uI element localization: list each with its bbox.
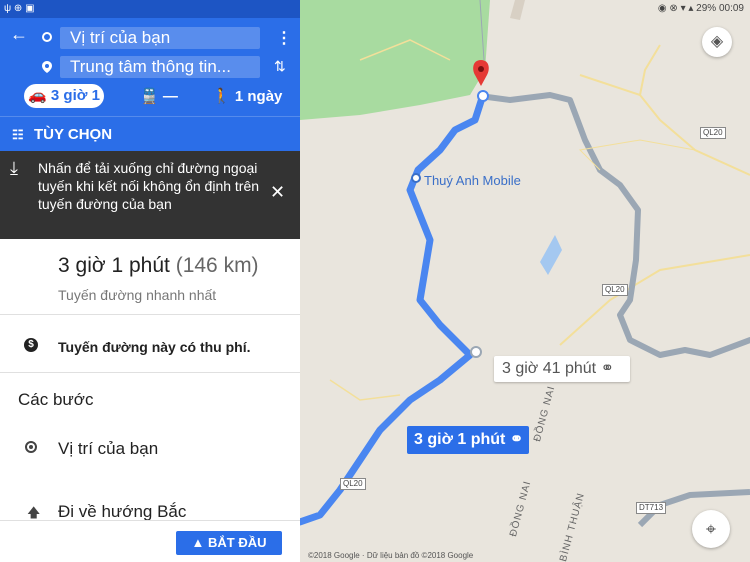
route-duration: 3 giờ 1 phút <box>58 254 170 277</box>
start-navigation-button[interactable]: ▲ BẮT ĐẦU <box>176 531 282 555</box>
directions-panel: ψ ⊕ ▣ ← Vị trí của bạn Trung tâm thông t… <box>0 0 300 562</box>
alternate-route-label[interactable]: 3 giờ 41 phút ⚭ <box>494 356 630 382</box>
mode-walk-label: 1 ngày <box>234 88 283 105</box>
start-label: BẮT ĐẦU <box>207 535 267 550</box>
map-copyright: ©2018 Google · Dữ liệu bản đồ ©2018 Goog… <box>308 551 474 560</box>
clock: 00:09 <box>718 3 744 14</box>
steps-title: Các bước <box>18 390 94 409</box>
poi-label[interactable]: Thuý Anh Mobile <box>424 173 521 188</box>
alternate-route-time: 3 giờ 41 phút <box>502 360 597 377</box>
destination-field[interactable]: Trung tâm thông tin... <box>60 56 260 78</box>
back-arrow-icon[interactable]: ← <box>10 24 28 45</box>
poi-pin-icon[interactable] <box>411 173 421 183</box>
close-icon[interactable]: ✕ <box>270 183 285 201</box>
divider <box>0 314 300 315</box>
my-location-button[interactable]: ⌖ <box>692 510 730 548</box>
app-root: ψ ⊕ ▣ ← Vị trí của bạn Trung tâm thông t… <box>0 0 750 562</box>
mode-walk-tab[interactable]: 🚶 1 ngày <box>212 87 282 105</box>
status-icons: ◉ ⊗ ▾ ▴ <box>657 3 694 14</box>
status-bar-right: ◉ ⊗ ▾ ▴ 29% 00:09 <box>300 0 750 18</box>
main-route-label[interactable]: 3 giờ 1 phút ⚭ <box>407 426 529 454</box>
options-sliders-icon: ☷ <box>12 127 24 142</box>
mode-drive-label: 3 giờ 1 <box>50 87 100 104</box>
route-endpoint-icon <box>477 90 489 102</box>
offline-download-banner[interactable]: ⤓ Nhấn để tải xuống chỉ đường ngoại tuyế… <box>0 151 300 239</box>
road-label: QL20 <box>602 284 628 296</box>
options-label: TÙY CHỌN <box>34 126 113 143</box>
route-distance: (146 km) <box>175 254 259 277</box>
mode-transit-label: — <box>162 88 178 105</box>
more-vert-icon[interactable]: ⋮ <box>276 28 292 48</box>
main-route-time: 3 giờ 1 phút <box>414 431 506 448</box>
toll-notice: Tuyến đường này có thu phí. <box>58 339 251 355</box>
waypoint-icon <box>470 346 482 358</box>
my-location-icon <box>25 441 37 453</box>
destination-pin-icon <box>42 61 52 73</box>
road-label: QL20 <box>700 127 726 139</box>
origin-field[interactable]: Vị trí của bạn <box>60 27 260 49</box>
options-bar[interactable]: ☷ TÙY CHỌN <box>0 116 300 151</box>
step-item[interactable]: Đi về hướng Bắc <box>58 502 186 522</box>
directions-header: ← Vị trí của bạn Trung tâm thông tin... … <box>0 18 300 116</box>
battery-level: 29% <box>696 3 717 14</box>
bottom-bar: ▲ BẮT ĐẦU <box>0 520 300 562</box>
toll-icon: $ <box>24 338 38 352</box>
banner-text: Nhấn để tải xuống chỉ đường ngoại tuyến … <box>38 160 260 212</box>
map-view[interactable]: ◈ Thuý Anh Mobile QL20 QL20 QL20 DT713 Đ… <box>300 0 750 562</box>
status-bar-left: ψ ⊕ ▣ <box>0 0 300 18</box>
mode-transit-tab[interactable]: 🚆 — <box>140 87 178 105</box>
route-subtitle: Tuyến đường nhanh nhất <box>58 287 217 303</box>
download-icon: ⤓ <box>10 158 18 178</box>
origin-dot-icon <box>42 32 52 42</box>
road-label: DT713 <box>636 502 667 514</box>
route-summary[interactable]: 3 giờ 1 phút (146 km) <box>58 254 259 278</box>
road-label: QL20 <box>340 478 366 490</box>
step-item[interactable]: Vị trí của bạn <box>58 439 158 459</box>
divider <box>0 372 300 373</box>
layers-icon[interactable]: ◈ <box>702 27 732 57</box>
swap-icon[interactable]: ⇅ <box>274 58 286 75</box>
map-canvas[interactable] <box>300 0 750 562</box>
mode-drive-tab[interactable]: 🚗 3 giờ 1 <box>24 84 104 108</box>
notification-icons: ψ ⊕ ▣ <box>4 3 35 14</box>
